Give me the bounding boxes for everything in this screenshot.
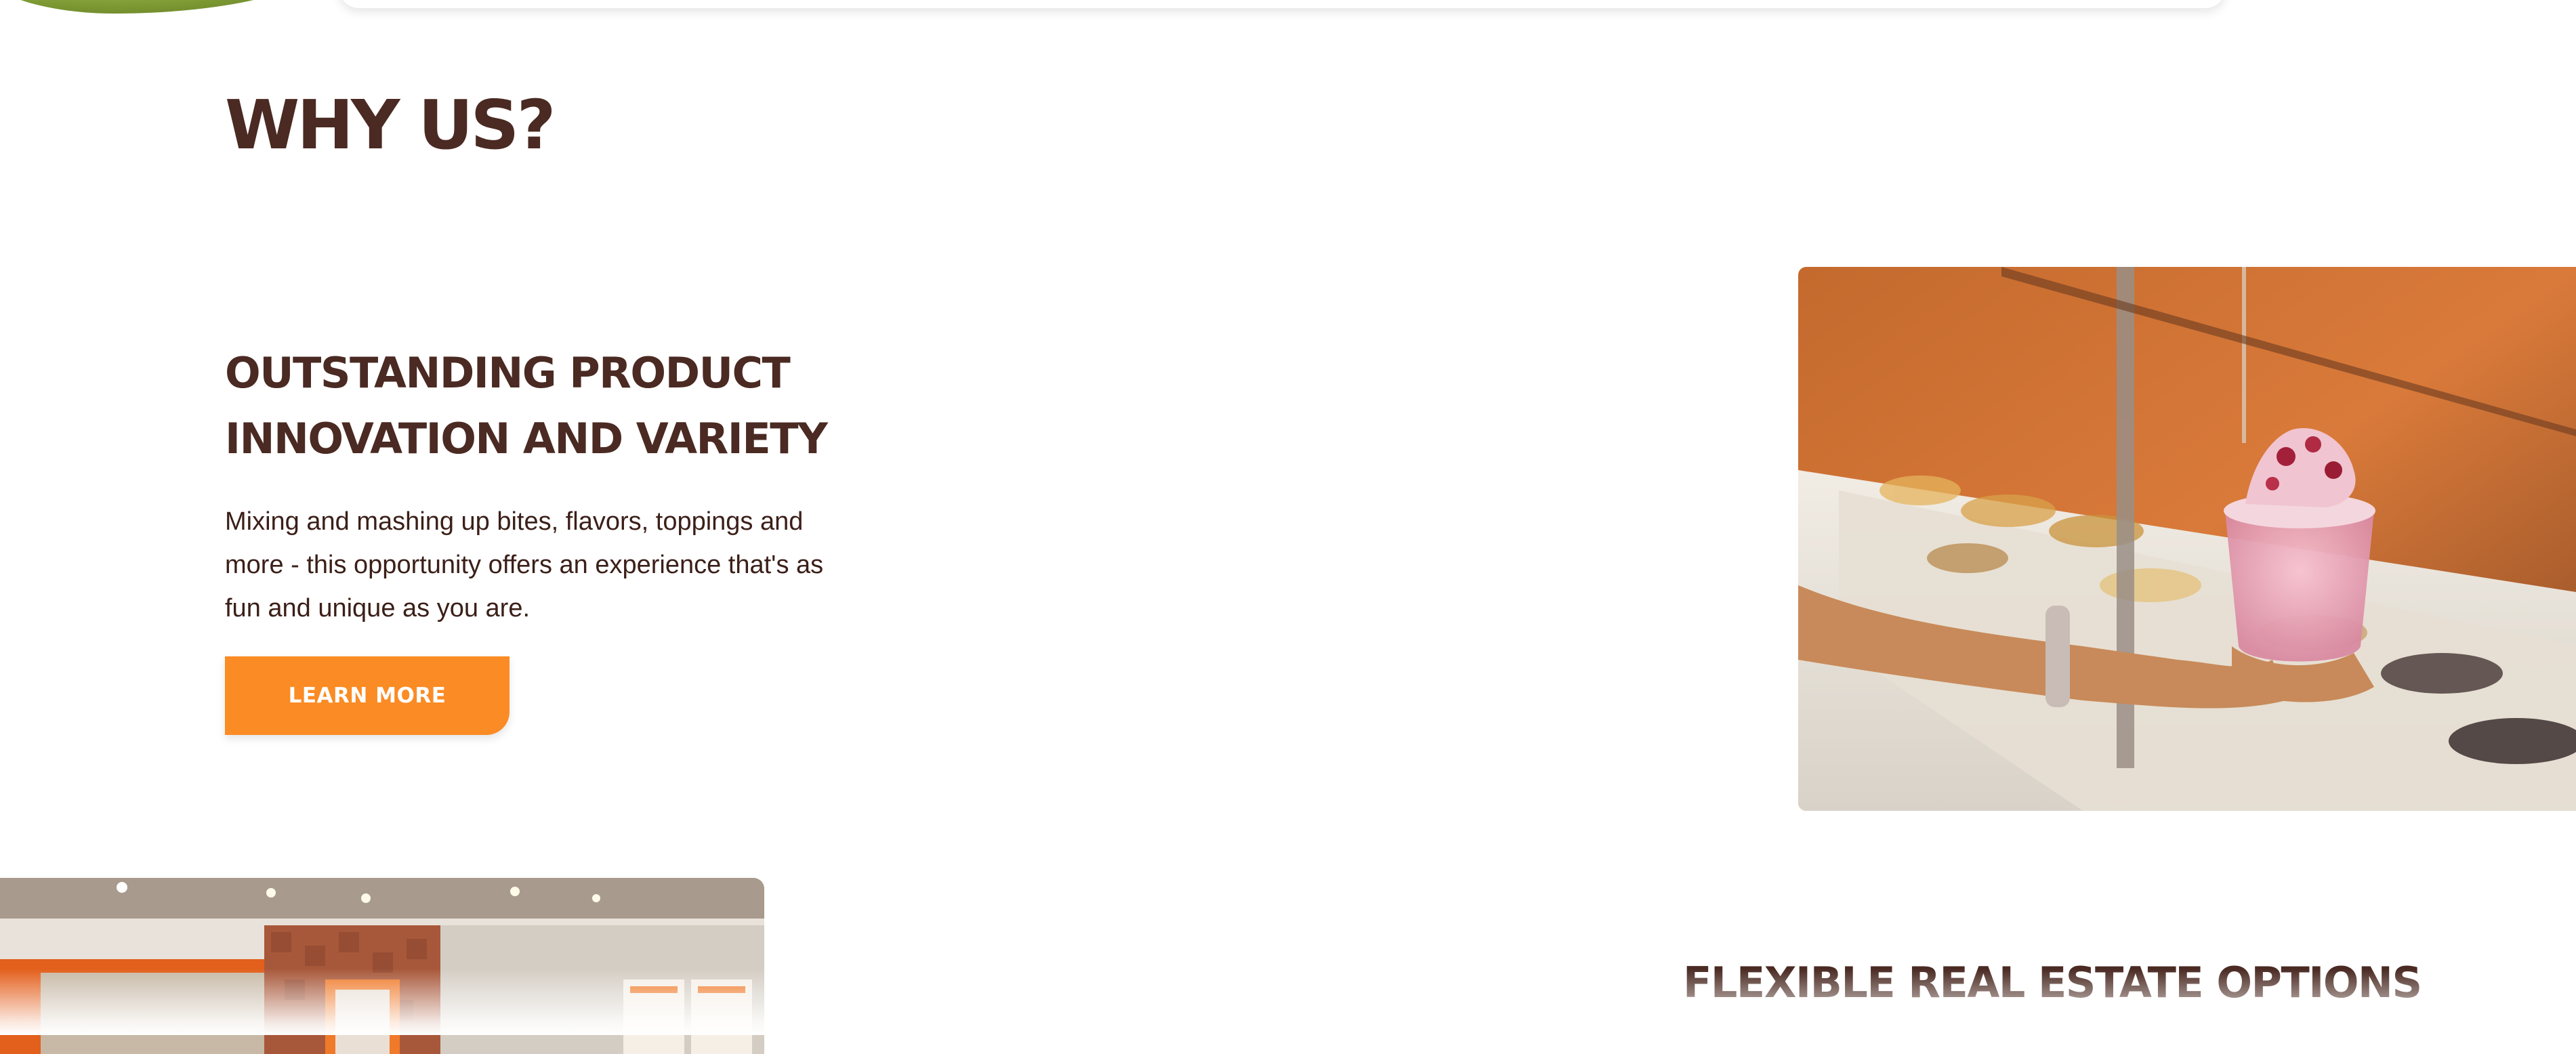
frozen-yogurt-photo xyxy=(1798,267,2576,811)
feature-heading-product-innovation: OUTSTANDING PRODUCT INNOVATION AND VARIE… xyxy=(225,348,828,463)
feature-description-product-innovation: Mixing and mashing up bites, flavors, to… xyxy=(225,507,824,623)
top-card-edge xyxy=(339,0,2226,8)
frozen-yogurt-cup-photo-icon xyxy=(1798,267,2576,811)
store-interior-photo xyxy=(0,878,764,1054)
why-us-heading: WHY US? xyxy=(225,85,556,165)
store-interior-photo-icon xyxy=(0,878,764,1054)
leaf-decoration xyxy=(0,0,325,14)
learn-more-button[interactable]: LEARN MORE xyxy=(225,656,510,735)
feature-heading-real-estate: FLEXIBLE REAL ESTATE OPTIONS xyxy=(1683,958,2422,1007)
